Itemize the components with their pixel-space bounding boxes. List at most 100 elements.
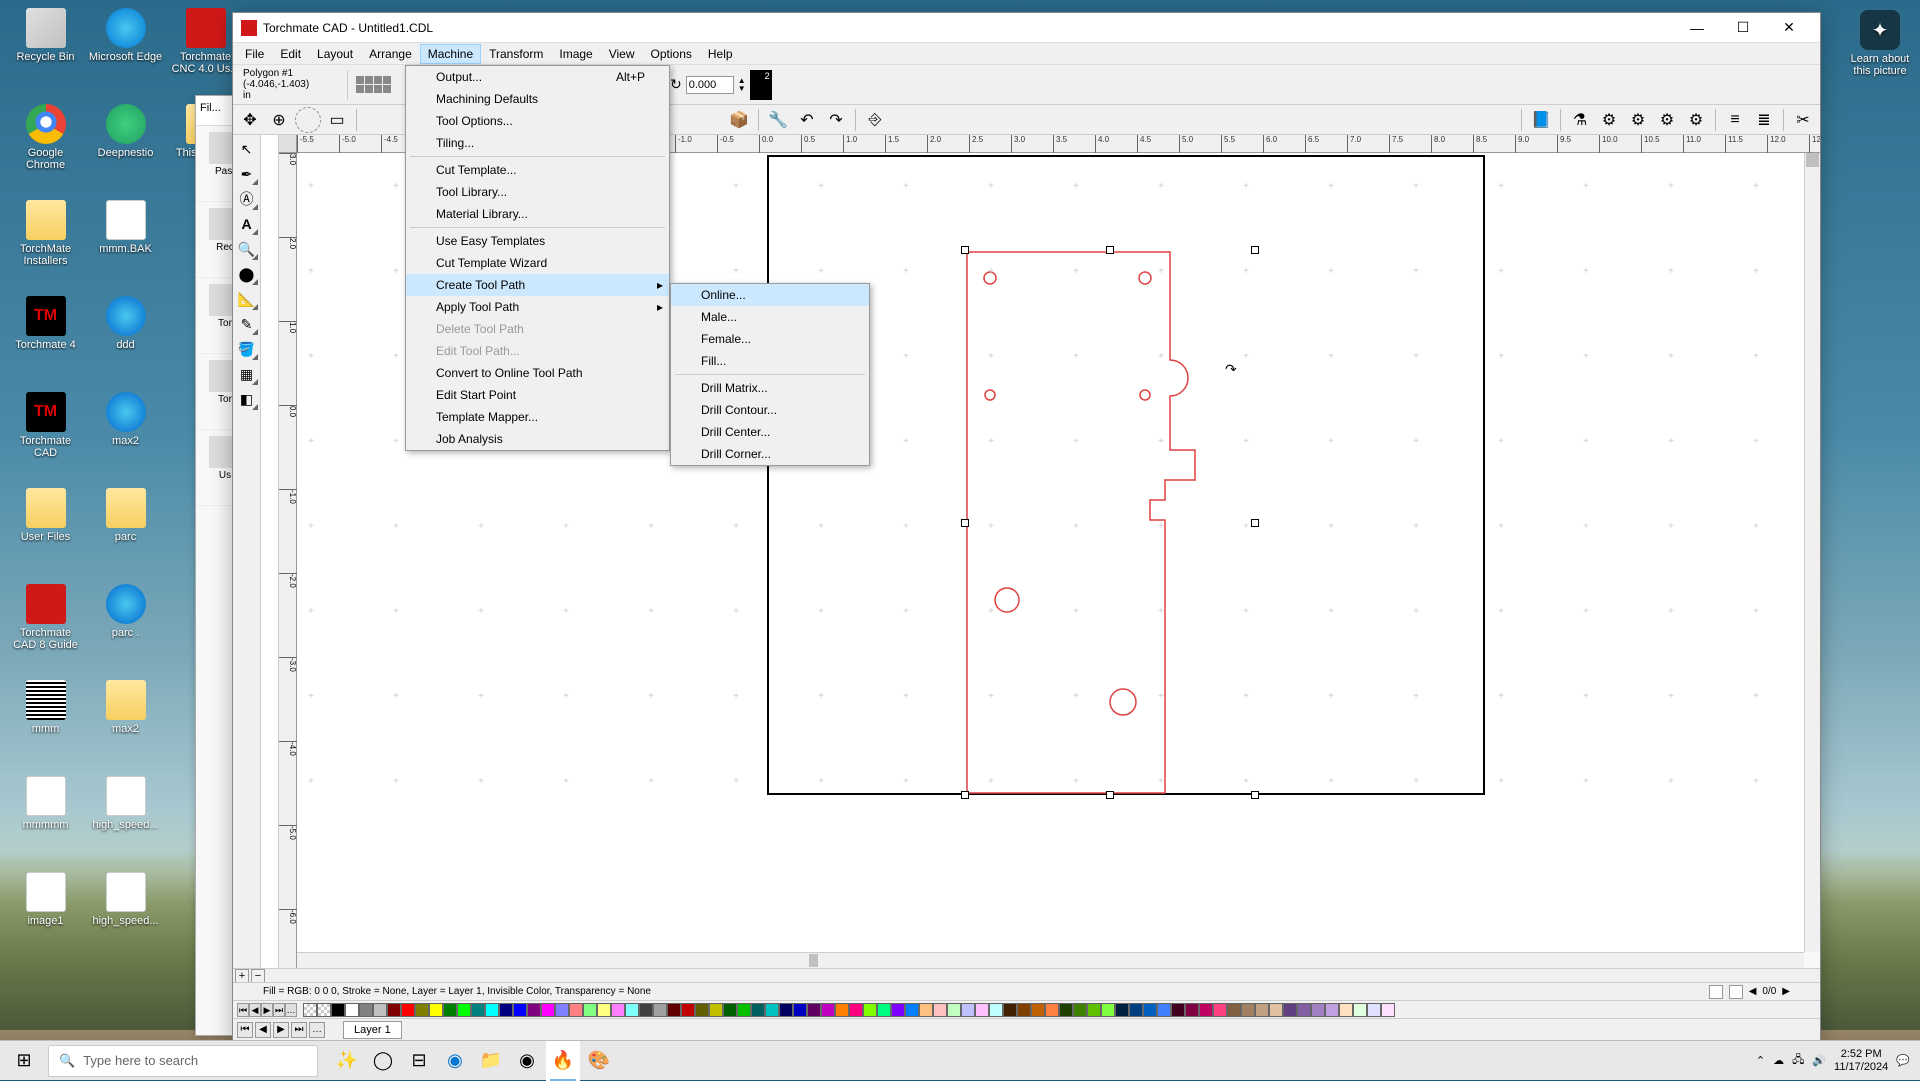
palette-swatch[interactable] bbox=[723, 1003, 737, 1017]
menu-item[interactable]: Output...Alt+P bbox=[406, 66, 669, 88]
minus-button[interactable]: − bbox=[251, 969, 265, 983]
palette-swatch[interactable] bbox=[1367, 1003, 1381, 1017]
palette-swatch[interactable] bbox=[429, 1003, 443, 1017]
menu-edit[interactable]: Edit bbox=[272, 44, 309, 64]
close-button[interactable]: ✕ bbox=[1766, 13, 1812, 43]
palette-swatch[interactable] bbox=[807, 1003, 821, 1017]
tray-onedrive-icon[interactable]: ☁ bbox=[1773, 1054, 1784, 1067]
tool-icon[interactable]: 🔧 bbox=[765, 107, 791, 133]
copilot-icon[interactable]: ✨ bbox=[330, 1041, 364, 1081]
palette-swatch-none[interactable] bbox=[303, 1003, 317, 1017]
chrome-icon[interactable]: ◉ bbox=[510, 1041, 544, 1081]
text-tool[interactable]: A bbox=[235, 212, 259, 236]
palette-swatch[interactable] bbox=[933, 1003, 947, 1017]
nav-prev[interactable]: ◀ bbox=[1749, 986, 1757, 997]
palette-swatch[interactable] bbox=[625, 1003, 639, 1017]
palette-swatch[interactable] bbox=[387, 1003, 401, 1017]
learn-about-picture[interactable]: ✦ Learn about this picture bbox=[1850, 10, 1910, 77]
palette-swatch[interactable] bbox=[527, 1003, 541, 1017]
menu-item[interactable]: Drill Contour... bbox=[671, 399, 869, 421]
tool-icon[interactable]: ≡ bbox=[1722, 107, 1748, 133]
selection-handle[interactable] bbox=[961, 246, 969, 254]
palette-next[interactable]: ▶ bbox=[261, 1003, 273, 1017]
palette-swatch[interactable] bbox=[891, 1003, 905, 1017]
selection-handle[interactable] bbox=[961, 519, 969, 527]
desktop-icon[interactable]: TMTorchmate CAD bbox=[8, 392, 83, 459]
desktop-icon[interactable]: mmm bbox=[8, 680, 83, 735]
desktop-icon[interactable]: TMTorchmate 4 bbox=[8, 296, 83, 351]
palette-swatch[interactable] bbox=[1045, 1003, 1059, 1017]
palette-swatch[interactable] bbox=[1185, 1003, 1199, 1017]
desktop-icon[interactable]: high_speed... bbox=[88, 776, 163, 831]
tray-chevron-icon[interactable]: ⌃ bbox=[1756, 1054, 1765, 1067]
palette-swatch[interactable] bbox=[401, 1003, 415, 1017]
spinner-down[interactable]: ▼ bbox=[738, 85, 746, 93]
palette-swatch[interactable] bbox=[1017, 1003, 1031, 1017]
palette-swatch[interactable] bbox=[1283, 1003, 1297, 1017]
palette-swatch[interactable] bbox=[611, 1003, 625, 1017]
pointer-tool[interactable]: ↖ bbox=[235, 137, 259, 161]
menu-item[interactable]: Edit Start Point bbox=[406, 384, 669, 406]
palette-swatch[interactable] bbox=[331, 1003, 345, 1017]
desktop-icon[interactable]: high_speed... bbox=[88, 872, 163, 927]
palette-swatch[interactable] bbox=[1157, 1003, 1171, 1017]
palette-swatch[interactable] bbox=[1353, 1003, 1367, 1017]
layer-more[interactable]: … bbox=[309, 1022, 325, 1038]
desktop-icon[interactable]: Torchmate CAD 8 Guide bbox=[8, 584, 83, 651]
gear-icon[interactable]: ⚙ bbox=[1683, 107, 1709, 133]
palette-swatch[interactable] bbox=[1241, 1003, 1255, 1017]
scrollbar-horizontal[interactable] bbox=[297, 952, 1804, 968]
menu-item[interactable]: Apply Tool Path bbox=[406, 296, 669, 318]
pen-tool[interactable]: ✒ bbox=[235, 162, 259, 186]
menu-options[interactable]: Options bbox=[643, 44, 700, 64]
palette-swatch[interactable] bbox=[709, 1003, 723, 1017]
selection-handle[interactable] bbox=[961, 791, 969, 799]
palette-swatch[interactable] bbox=[583, 1003, 597, 1017]
menu-view[interactable]: View bbox=[601, 44, 643, 64]
paint-icon[interactable]: 🎨 bbox=[582, 1041, 616, 1081]
fill-tool[interactable]: 🪣 bbox=[235, 337, 259, 361]
shape-tool[interactable]: ⬤ bbox=[235, 262, 259, 286]
color-swatch[interactable] bbox=[750, 70, 772, 100]
start-button[interactable]: ⊞ bbox=[0, 1041, 48, 1081]
torchmate-taskbar-icon[interactable]: 🔥 bbox=[546, 1041, 580, 1081]
menu-machine[interactable]: Machine bbox=[420, 44, 481, 64]
tool-icon[interactable]: ▭ bbox=[324, 107, 350, 133]
palette-swatch[interactable] bbox=[1059, 1003, 1073, 1017]
tray-clock[interactable]: 2:52 PM 11/17/2024 bbox=[1834, 1048, 1888, 1074]
palette-more[interactable]: … bbox=[285, 1003, 297, 1017]
search-box[interactable]: 🔍 Type here to search bbox=[48, 1045, 318, 1077]
move-icon[interactable]: ✥ bbox=[237, 107, 263, 133]
palette-swatch[interactable] bbox=[835, 1003, 849, 1017]
tray-notifications-icon[interactable]: 💬 bbox=[1896, 1054, 1910, 1067]
palette-swatch[interactable] bbox=[1143, 1003, 1157, 1017]
tool-icon[interactable]: ⚙ bbox=[1625, 107, 1651, 133]
edit-tool[interactable]: ✎ bbox=[235, 312, 259, 336]
menu-help[interactable]: Help bbox=[700, 44, 741, 64]
selection-handle[interactable] bbox=[1251, 791, 1259, 799]
palette-swatch[interactable] bbox=[443, 1003, 457, 1017]
palette-swatch[interactable] bbox=[1297, 1003, 1311, 1017]
selection-handle[interactable] bbox=[1106, 791, 1114, 799]
tool-icon[interactable]: ⚗ bbox=[1567, 107, 1593, 133]
scan-tool[interactable]: ▦ bbox=[235, 362, 259, 386]
desktop-icon[interactable]: ddd bbox=[88, 296, 163, 351]
undo-icon[interactable]: ↶ bbox=[794, 107, 820, 133]
palette-swatch[interactable] bbox=[1087, 1003, 1101, 1017]
menu-item[interactable]: Drill Matrix... bbox=[671, 377, 869, 399]
titlebar[interactable]: Torchmate CAD - Untitled1.CDL — ☐ ✕ bbox=[233, 13, 1820, 43]
maximize-button[interactable]: ☐ bbox=[1720, 13, 1766, 43]
tool-icon[interactable]: ⚙ bbox=[1596, 107, 1622, 133]
palette-swatch[interactable] bbox=[667, 1003, 681, 1017]
palette-swatch[interactable] bbox=[485, 1003, 499, 1017]
palette-swatch[interactable] bbox=[345, 1003, 359, 1017]
palette-swatch[interactable] bbox=[1129, 1003, 1143, 1017]
palette-swatch[interactable] bbox=[1255, 1003, 1269, 1017]
menu-item[interactable]: Tool Options... bbox=[406, 110, 669, 132]
palette-swatch[interactable] bbox=[737, 1003, 751, 1017]
menu-item[interactable]: Create Tool Path bbox=[406, 274, 669, 296]
tool-icon[interactable]: ⎆ bbox=[862, 107, 888, 133]
palette-last[interactable]: ⏭ bbox=[273, 1003, 285, 1017]
menu-item[interactable]: Job Analysis bbox=[406, 428, 669, 450]
palette-swatch[interactable] bbox=[653, 1003, 667, 1017]
